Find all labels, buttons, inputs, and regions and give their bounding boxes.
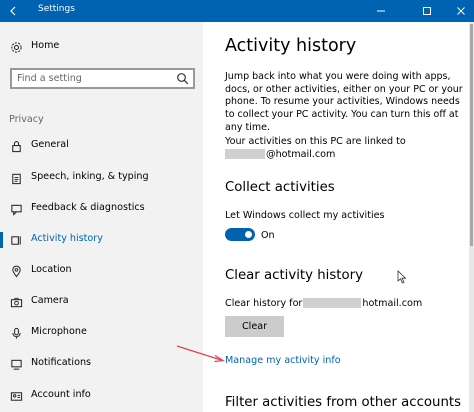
location-icon bbox=[9, 264, 23, 278]
maximize-button[interactable] bbox=[414, 0, 440, 22]
clear-history-text: Clear history for hotmail.com bbox=[225, 298, 422, 309]
sidebar-item-label: Microphone bbox=[31, 326, 87, 337]
linked-account-email: @hotmail.com bbox=[225, 149, 335, 160]
active-indicator bbox=[0, 232, 3, 248]
clear-history-account: hotmail.com bbox=[362, 298, 423, 309]
linked-account-text: Your activities on this PC are linked to bbox=[225, 136, 406, 147]
linked-account-domain: @hotmail.com bbox=[266, 149, 336, 160]
sidebar-item-camera[interactable]: Camera bbox=[0, 290, 203, 314]
activity-history-icon bbox=[9, 233, 23, 247]
scrollbar[interactable] bbox=[469, 22, 474, 412]
sidebar-item-speech[interactable]: Speech, inking, & typing bbox=[0, 166, 203, 190]
sidebar-item-account-info[interactable]: Account info bbox=[0, 384, 203, 408]
redacted-block bbox=[303, 298, 362, 308]
sidebar-item-label: Account info bbox=[31, 389, 91, 400]
collect-activities-heading: Collect activities bbox=[225, 180, 335, 195]
description-text: Jump back into what you were doing with … bbox=[225, 71, 463, 133]
back-arrow-icon bbox=[10, 6, 16, 16]
sidebar-item-location[interactable]: Location bbox=[0, 259, 203, 283]
window-title: Settings bbox=[38, 4, 75, 14]
sidebar-item-label: Notifications bbox=[31, 357, 92, 368]
sidebar: Home Privacy General Speech, inking, & t… bbox=[0, 22, 203, 412]
sidebar-item-label: Home bbox=[31, 40, 60, 51]
feedback-icon bbox=[9, 202, 23, 216]
section-heading-privacy: Privacy bbox=[9, 114, 44, 125]
microphone-icon bbox=[9, 326, 23, 340]
page-title: Activity history bbox=[225, 36, 357, 56]
sidebar-item-notifications[interactable]: Notifications bbox=[0, 352, 203, 376]
search-icon[interactable] bbox=[176, 72, 189, 85]
collect-activities-toggle[interactable] bbox=[225, 228, 255, 241]
sidebar-item-feedback[interactable]: Feedback & diagnostics bbox=[0, 197, 203, 221]
redacted-block bbox=[225, 149, 265, 159]
camera-icon bbox=[9, 295, 23, 309]
clear-activity-heading: Clear activity history bbox=[225, 268, 363, 283]
home-icon bbox=[9, 40, 23, 54]
filter-activities-heading: Filter activities from other accounts bbox=[225, 395, 462, 410]
collect-toggle-label: Let Windows collect my activities bbox=[225, 210, 385, 221]
maximize-icon bbox=[423, 7, 431, 15]
search-input[interactable] bbox=[17, 70, 167, 87]
manage-activity-link[interactable]: Manage my activity info bbox=[225, 355, 341, 366]
close-button[interactable] bbox=[448, 0, 474, 22]
sidebar-item-label: Feedback & diagnostics bbox=[31, 202, 145, 213]
sidebar-item-label: Activity history bbox=[31, 233, 103, 244]
close-icon bbox=[457, 7, 465, 15]
search-box[interactable] bbox=[10, 68, 195, 89]
sidebar-item-home[interactable]: Home bbox=[0, 35, 203, 59]
clear-history-label: Clear history for bbox=[225, 298, 303, 309]
annotation-arrow-icon bbox=[176, 345, 225, 363]
minimize-button[interactable] bbox=[368, 0, 394, 22]
toggle-knob bbox=[245, 231, 252, 238]
sidebar-item-activity-history[interactable]: Activity history bbox=[0, 228, 203, 252]
mouse-cursor-icon bbox=[397, 270, 407, 284]
back-button[interactable] bbox=[0, 0, 26, 22]
sidebar-item-label: Location bbox=[31, 264, 72, 275]
clear-button[interactable]: Clear bbox=[225, 316, 284, 337]
minimize-icon bbox=[377, 10, 385, 12]
main-content: Activity history Jump back into what you… bbox=[203, 22, 474, 412]
sidebar-item-microphone[interactable]: Microphone bbox=[0, 321, 203, 345]
clipboard-icon bbox=[9, 171, 23, 185]
sidebar-item-label: Speech, inking, & typing bbox=[31, 171, 149, 182]
title-bar: Settings bbox=[0, 0, 474, 22]
notifications-icon bbox=[9, 357, 23, 371]
sidebar-item-label: General bbox=[31, 139, 69, 150]
sidebar-item-label: Camera bbox=[31, 295, 69, 306]
scrollbar-thumb[interactable] bbox=[470, 24, 473, 246]
lock-icon bbox=[9, 139, 23, 153]
toggle-state-label: On bbox=[261, 230, 275, 241]
sidebar-item-general[interactable]: General bbox=[0, 134, 203, 158]
account-info-icon bbox=[9, 389, 23, 403]
